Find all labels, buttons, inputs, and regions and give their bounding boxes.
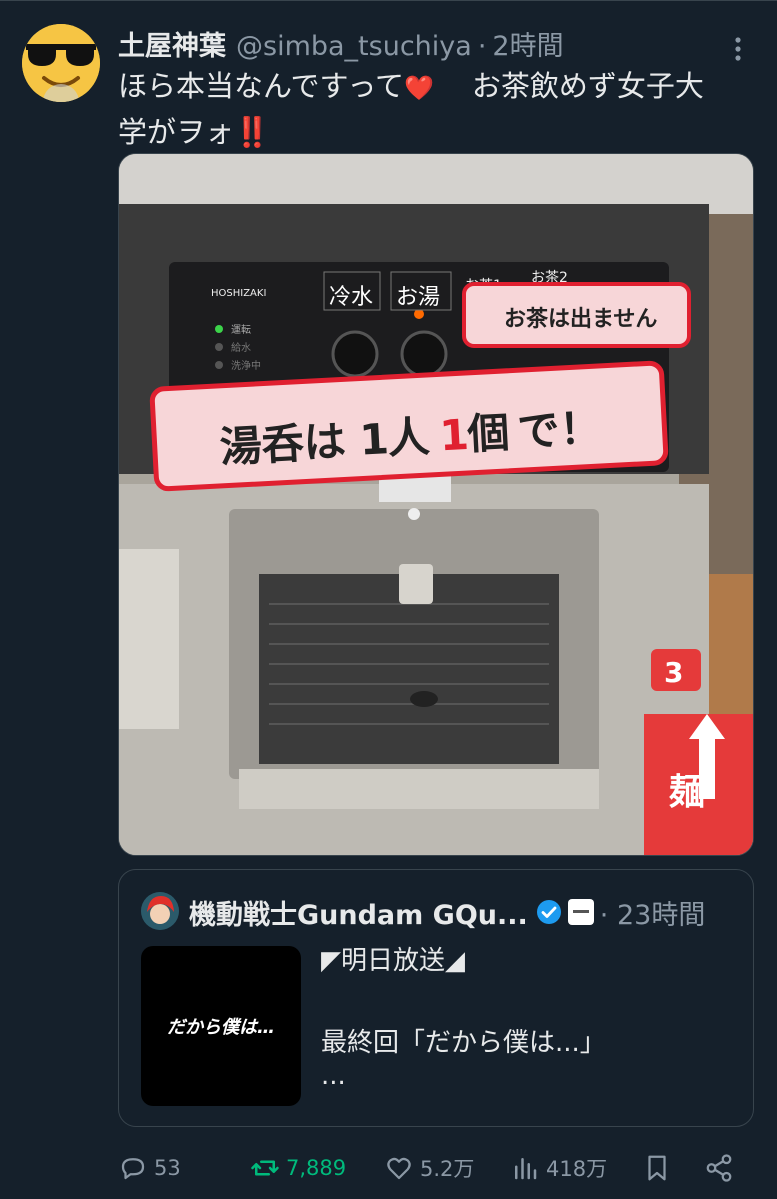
reply-count: 53 xyxy=(154,1156,181,1180)
no-tea-sign: お茶は出ません xyxy=(504,307,657,332)
views-chart-icon xyxy=(515,1158,537,1180)
cup-sign-e: 個 xyxy=(465,408,511,459)
heart-icon xyxy=(387,1157,411,1180)
heart-emoji: ❤️ xyxy=(403,74,434,102)
like-button[interactable]: 5.2万 xyxy=(384,1148,474,1188)
quoted-text-line3: ... xyxy=(321,1061,346,1091)
tweet-text-line2: 学がヲォ xyxy=(118,115,235,149)
share-button[interactable] xyxy=(704,1148,740,1188)
like-count: 5.2万 xyxy=(420,1157,475,1181)
floor-sign-text: 麺 xyxy=(668,772,705,813)
quoted-text-gap xyxy=(321,982,731,1022)
brand-label: HOSHIZAKI xyxy=(211,288,266,299)
anime-avatar-icon xyxy=(141,892,179,930)
share-icon xyxy=(706,1154,732,1182)
cup-sign-b: 1 xyxy=(358,414,390,464)
affiliation-badge-icon xyxy=(567,899,594,925)
top-divider xyxy=(0,0,777,1)
tweet-text-line1b: お茶飲めず女子大 xyxy=(471,69,704,103)
cup-sign-c: 人 xyxy=(386,412,431,463)
tweet-text-line1: ほら本当なんですって xyxy=(118,69,404,103)
more-options-icon[interactable] xyxy=(728,34,748,64)
retweet-icon xyxy=(251,1160,279,1176)
cup-sign-d: 1 xyxy=(438,410,470,460)
author-handle[interactable]: @simba_tsuchiya xyxy=(236,31,472,62)
reply-button[interactable]: 53 xyxy=(118,1148,181,1188)
quoted-tweet[interactable]: 機動戦士Gundam GQu... · 23時間 だから僕は… ◤明日放送◢ 最… xyxy=(118,869,754,1127)
quoted-header: 機動戦士Gundam GQu... · 23時間 xyxy=(189,892,705,932)
author-avatar[interactable] xyxy=(22,24,100,102)
cup-sign-a: 湯呑は xyxy=(219,416,347,472)
quoted-text: ◤明日放送◢ 最終回「だから僕は...」 ... xyxy=(321,940,731,1091)
views-count: 418万 xyxy=(546,1157,608,1181)
views-button[interactable]: 418万 xyxy=(510,1148,607,1188)
bookmark-button[interactable] xyxy=(642,1148,678,1188)
quoted-author-avatar[interactable] xyxy=(141,892,179,930)
quoted-author-name[interactable]: 機動戦士Gundam GQu... xyxy=(189,893,528,932)
tweet-timestamp[interactable]: 2時間 xyxy=(492,24,563,63)
double-exclamation-emoji: ‼️ xyxy=(234,115,271,149)
bookmark-icon xyxy=(648,1155,666,1181)
quoted-thumbnail[interactable]: だから僕は… xyxy=(141,946,301,1106)
tweet-photo[interactable]: HOSHIZAKI 冷水 お湯 お茶1 お茶2 運転 給水 洗浄中 お茶は出ませ… xyxy=(118,153,754,856)
reply-icon xyxy=(121,1158,145,1180)
retweet-button[interactable]: 7,889 xyxy=(250,1148,346,1188)
quoted-timestamp[interactable]: 23時間 xyxy=(617,900,705,931)
retweet-count: 7,889 xyxy=(286,1156,347,1180)
sunglasses-emoji-icon xyxy=(22,24,100,102)
status-washing-label: 洗浄中 xyxy=(231,359,261,372)
quoted-text-line1: ◤明日放送◢ xyxy=(321,946,465,976)
tweet-text: ほら本当なんですって❤️ お茶飲めず女子大 学がヲォ‼️ xyxy=(118,64,748,154)
cold-water-label: 冷水 xyxy=(329,285,373,310)
hot-water-label: お湯 xyxy=(396,285,440,310)
status-running-label: 運転 xyxy=(231,324,251,336)
floor-number: 3 xyxy=(664,656,683,689)
quoted-thumbnail-text: だから僕は… xyxy=(167,1017,275,1038)
tweet-header: 土屋神葉 @simba_tsuchiya · 2時間 xyxy=(118,24,718,68)
separator-dot: · xyxy=(477,31,487,62)
cup-sign-f: で！ xyxy=(516,403,602,456)
water-dispenser-photo: HOSHIZAKI 冷水 お湯 お茶1 お茶2 運転 給水 洗浄中 お茶は出ませ… xyxy=(119,154,753,855)
tweet-actions: 53 7,889 5.2万 418万 xyxy=(118,1148,758,1188)
verified-badge-icon xyxy=(536,900,561,924)
status-supply-label: 給水 xyxy=(231,341,251,354)
quoted-separator: · xyxy=(599,899,609,931)
quoted-text-line2: 最終回「だから僕は...」 xyxy=(321,1028,606,1058)
author-name[interactable]: 土屋神葉 xyxy=(118,24,226,63)
